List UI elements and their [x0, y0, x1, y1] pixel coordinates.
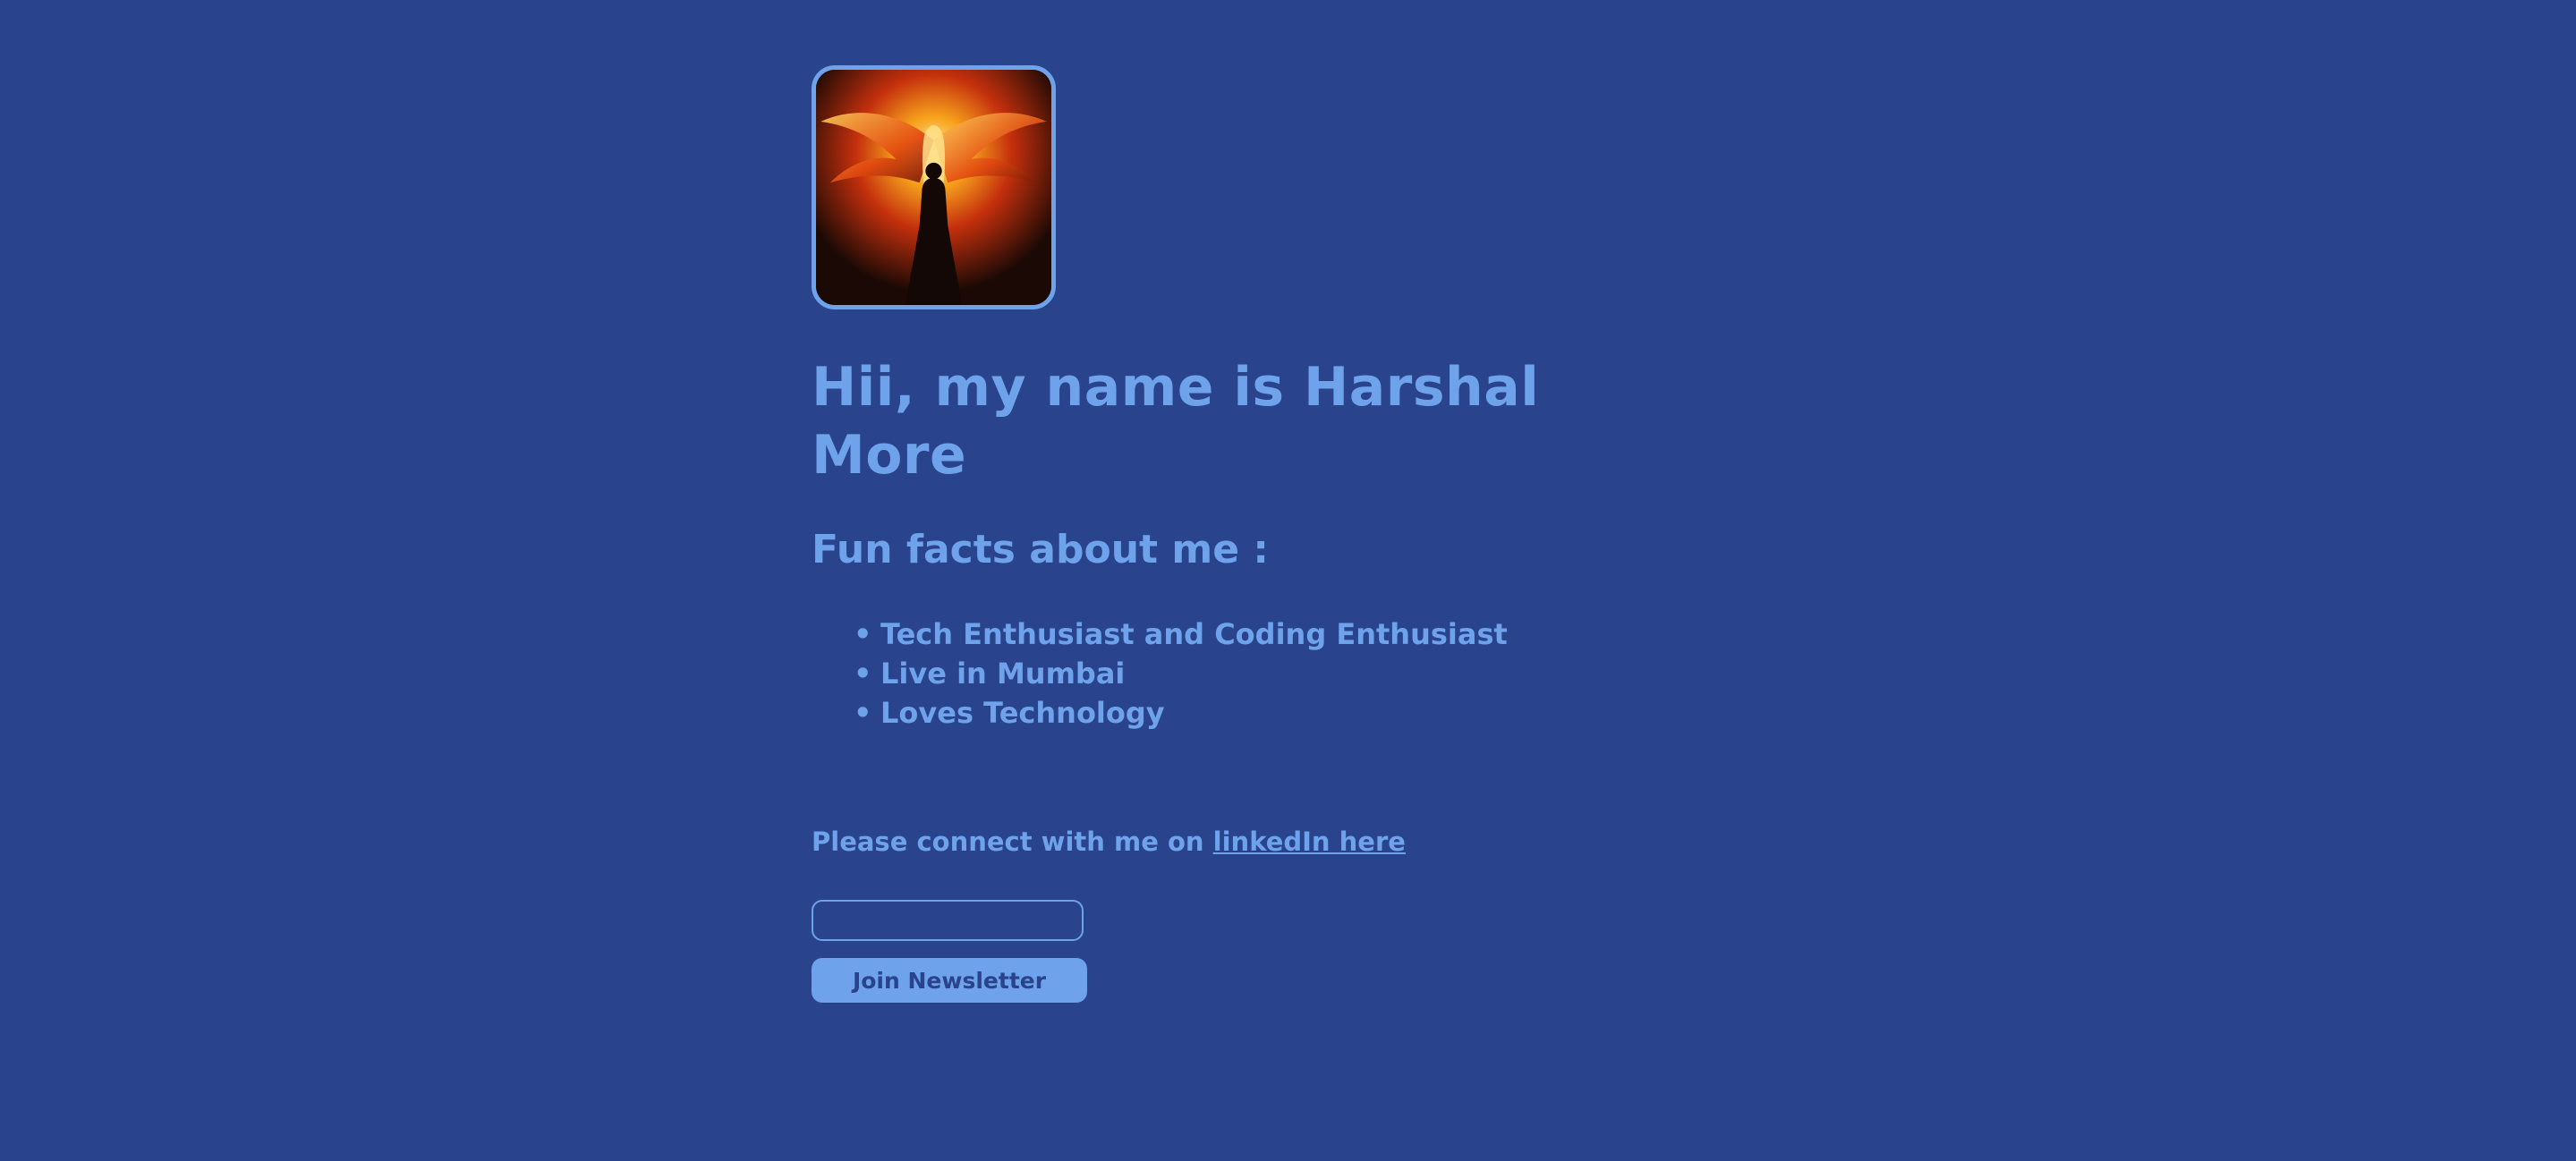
- fun-facts-list: • Tech Enthusiast and Coding Enthusiast •…: [812, 614, 1632, 733]
- list-item-label: Tech Enthusiast and Coding Enthusiast: [880, 617, 1508, 651]
- newsletter-email-input[interactable]: [812, 900, 1084, 941]
- list-item: • Tech Enthusiast and Coding Enthusiast: [854, 614, 1632, 654]
- profile-page: Hii, my name is Harshal More Fun facts a…: [812, 65, 1617, 1003]
- connect-text: Please connect with me on linkedIn here: [812, 824, 1406, 860]
- bullet-icon: •: [854, 657, 872, 691]
- list-item-label: Loves Technology: [880, 696, 1165, 730]
- avatar: [812, 65, 1056, 309]
- list-item: • Live in Mumbai: [854, 654, 1632, 693]
- bullet-icon: •: [854, 696, 872, 730]
- list-item-label: Live in Mumbai: [880, 657, 1126, 691]
- list-item: • Loves Technology: [854, 693, 1632, 733]
- linkedin-link[interactable]: linkedIn here: [1213, 826, 1406, 857]
- connect-label: Please connect with me on: [812, 826, 1213, 857]
- join-newsletter-button[interactable]: Join Newsletter: [812, 958, 1087, 1003]
- page-title: Hii, my name is Harshal More: [812, 356, 1540, 487]
- phoenix-avatar-icon: [816, 70, 1051, 305]
- bullet-icon: •: [854, 617, 872, 651]
- fun-facts-title: Fun facts about me :: [812, 527, 1269, 572]
